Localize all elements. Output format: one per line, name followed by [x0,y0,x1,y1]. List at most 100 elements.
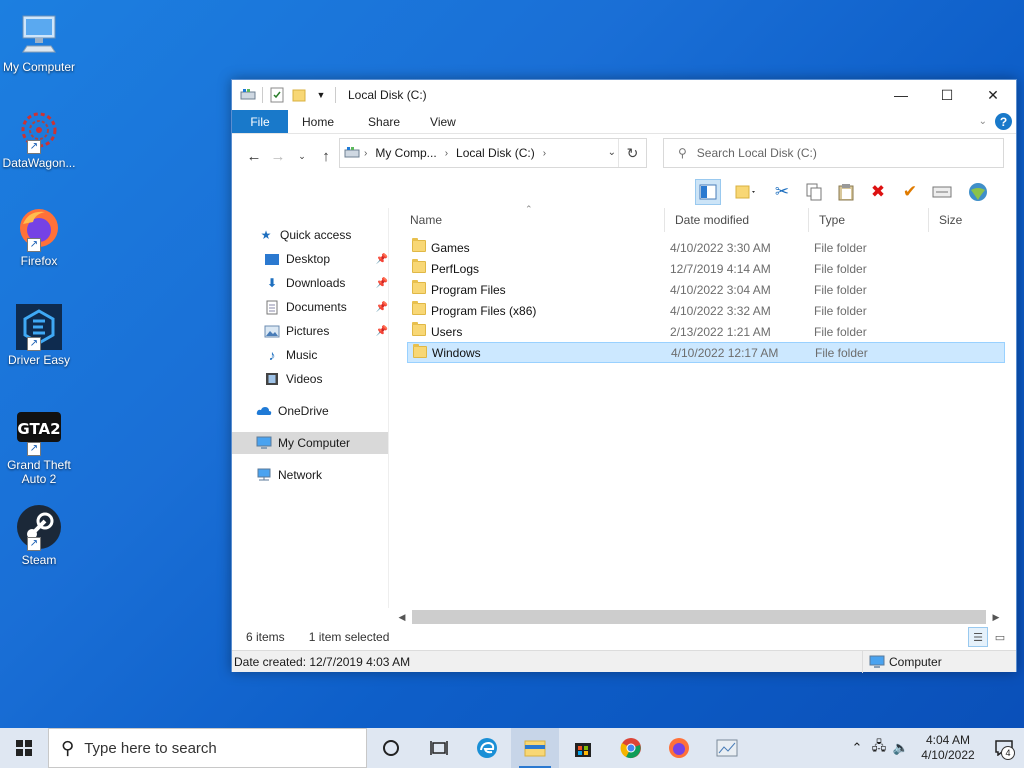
nav-videos[interactable]: Videos [264,368,322,390]
gta2-logo-text: GTA2 [17,420,60,438]
back-button[interactable]: ← [242,144,266,168]
taskbar: ⚲ Type here to search ⌃ 🖧 🔈 4:04 AM 4/10… [0,728,1024,768]
cut-icon[interactable]: ✂ [769,179,795,205]
maximize-button[interactable]: ☐ [924,80,970,110]
properties-icon[interactable] [929,179,955,205]
desktop-icon-gta2[interactable]: GTA2 ↗ Grand Theft Auto 2 [2,408,76,486]
column-header-date-modified[interactable]: Date modified [664,208,808,232]
driver-easy-icon: ↗ [15,303,63,351]
drive-icon [344,146,360,160]
preview-pane-button[interactable] [695,179,721,205]
column-header-type[interactable]: Type [808,208,928,232]
refresh-button[interactable]: ↻ [618,139,646,167]
properties-icon[interactable] [269,87,285,103]
action-center-button[interactable]: 4 [984,728,1024,768]
scrollbar-thumb[interactable] [412,610,986,624]
file-type: File folder [814,261,867,276]
table-row-selected[interactable]: Windows 4/10/2022 12:17 AM File folder [407,342,1005,363]
location-label: Computer [889,655,942,669]
recent-locations-chevron-icon[interactable]: ⌄ [290,144,314,168]
forward-button[interactable]: → [266,144,290,168]
column-header-size[interactable]: Size [928,208,1008,232]
nav-my-computer[interactable]: My Computer [232,432,388,454]
table-row[interactable]: PerfLogs 12/7/2019 4:14 AM File folder [407,258,1005,279]
nav-quick-access[interactable]: ★ Quick access [258,224,352,246]
scroll-right-icon[interactable]: ▶ [988,612,1004,623]
desktop-icon-label: Firefox [20,254,58,268]
desktop-icon-driver-easy[interactable]: ↗ Driver Easy [2,303,76,367]
column-header-name[interactable]: Name [400,208,664,232]
taskbar-firefox[interactable] [655,728,703,768]
desktop-icon-steam[interactable]: ↗ Steam [2,503,76,567]
address-bar[interactable]: › My Comp... › Local Disk (C:) › ⌄ ↻ [339,138,647,168]
window-title: Local Disk (C:) [348,88,427,102]
close-button[interactable]: ✕ [970,80,1016,110]
new-folder-icon[interactable] [291,87,307,103]
globe-icon[interactable] [965,179,991,205]
tab-share[interactable]: Share [348,110,414,133]
chevron-up-icon[interactable]: ⌃ [846,740,868,756]
taskbar-file-explorer[interactable] [511,728,559,768]
start-button[interactable] [0,728,48,768]
table-row[interactable]: Users 2/13/2022 1:21 AM File folder [407,321,1005,342]
details-view-icon[interactable]: ☰ [968,627,988,647]
copy-icon[interactable] [801,179,827,205]
volume-icon[interactable]: 🔈 [890,740,912,756]
chevron-right-icon[interactable]: › [364,148,367,159]
nav-desktop[interactable]: Desktop 📌 [264,248,388,270]
up-button[interactable]: ↑ [314,144,338,168]
tab-home[interactable]: Home [288,110,348,133]
chevron-right-icon[interactable]: › [445,148,448,159]
desktop-icon-my-computer[interactable]: My Computer [2,10,76,74]
expand-ribbon-chevron-icon[interactable]: ⌄ [979,116,987,127]
pin-icon[interactable]: 📌 [376,326,388,337]
taskbar-store[interactable] [559,728,607,768]
horizontal-scrollbar[interactable]: ◀ ▶ [394,609,1004,625]
address-history-chevron-icon[interactable]: ⌄ [608,147,616,158]
film-icon [264,371,280,387]
desktop-icon-datawagon[interactable]: ↗ DataWagon... [2,106,76,170]
chevron-right-icon[interactable]: › [543,148,546,159]
nav-downloads[interactable]: ⬇ Downloads 📌 [264,272,388,294]
breadcrumb-my-computer[interactable]: My Comp... [375,146,436,160]
table-row[interactable]: Program Files 4/10/2022 3:04 AM File fol… [407,279,1005,300]
nav-onedrive[interactable]: OneDrive [256,400,329,422]
paste-icon[interactable] [833,179,859,205]
pin-icon[interactable]: 📌 [376,254,388,265]
delete-icon[interactable]: ✖ [865,179,891,205]
nav-music[interactable]: ♪ Music [264,344,318,366]
clock[interactable]: 4:04 AM 4/10/2022 [912,733,984,763]
network-icon[interactable]: 🖧 [868,737,890,759]
taskbar-edge[interactable] [463,728,511,768]
pin-icon[interactable]: 📌 [376,302,388,313]
nav-pictures[interactable]: Pictures 📌 [264,320,388,342]
drive-icon[interactable] [240,87,256,103]
taskbar-app-generic[interactable] [703,728,751,768]
table-row[interactable]: Games 4/10/2022 3:30 AM File folder [407,237,1005,258]
desktop-icon-firefox[interactable]: ↗ Firefox [2,204,76,268]
notification-badge: 4 [1001,746,1015,760]
view-options-button[interactable] [727,179,763,205]
customize-toolbar-chevron-icon[interactable]: ▼ [313,87,329,103]
search-input[interactable]: ⚲ Search Local Disk (C:) [663,138,1004,168]
cortana-button[interactable] [367,728,415,768]
star-icon: ★ [260,228,272,242]
taskbar-chrome[interactable] [607,728,655,768]
task-view-button[interactable] [415,728,463,768]
rename-check-icon[interactable]: ✔ [897,179,923,205]
large-icons-view-icon[interactable]: ▭ [990,627,1010,647]
taskbar-search-input[interactable]: ⚲ Type here to search [48,728,367,768]
pin-icon[interactable]: 📌 [376,278,388,289]
nav-network[interactable]: Network [256,464,322,486]
scroll-left-icon[interactable]: ◀ [394,612,410,623]
file-name: Program Files (x86) [431,303,537,318]
table-row[interactable]: Program Files (x86) 4/10/2022 3:32 AM Fi… [407,300,1005,321]
help-icon[interactable]: ? [995,113,1012,130]
nav-documents[interactable]: Documents 📌 [264,296,388,318]
tab-file[interactable]: File [232,110,288,133]
desktop-icon-label: Steam [21,553,57,567]
app-window-icon [716,739,738,757]
breadcrumb-local-disk[interactable]: Local Disk (C:) [456,146,535,160]
tab-view[interactable]: View [414,110,470,133]
minimize-button[interactable]: — [878,80,924,110]
